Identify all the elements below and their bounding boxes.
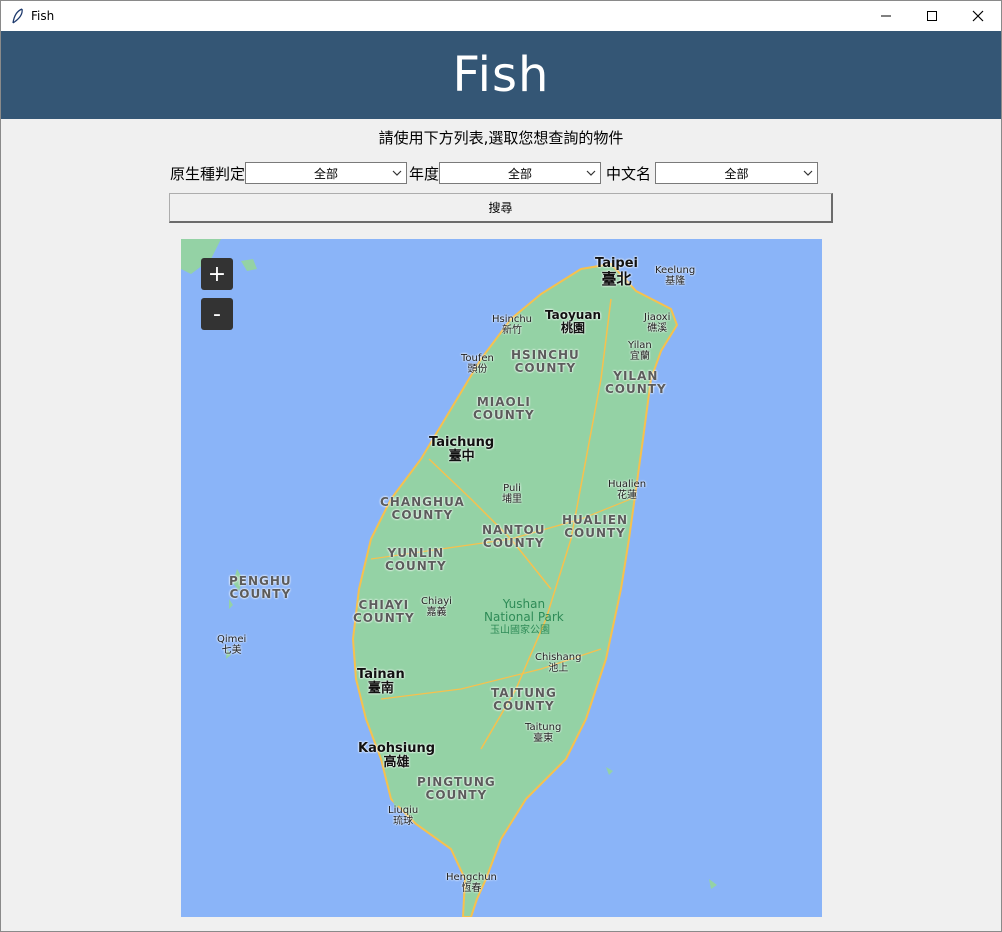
map-label-nantou-county: NANTOU COUNTY [482, 523, 546, 551]
map-label-taitung: Taitung 臺東 [525, 722, 562, 744]
header-title: Fish [452, 47, 550, 103]
map-label-yilan: Yilan 宜蘭 [628, 340, 652, 362]
map-label-taichung: Taichung 臺中 [429, 435, 495, 465]
map-label-chishang: Chishang 池上 [535, 652, 582, 674]
map-label-taitung-county: TAITUNG COUNTY [491, 686, 557, 714]
filter-row: 原生種判定 全部 年度 全部 中文名 全部 [170, 161, 819, 185]
map-label-keelung: Keelung 基隆 [655, 265, 696, 287]
maximize-button[interactable] [909, 1, 955, 31]
chinese-name-select[interactable]: 全部 [655, 162, 819, 184]
chinese-name-value: 全部 [724, 166, 749, 181]
map-label-yilan-county: YILAN COUNTY [605, 369, 667, 397]
app-window: Fish Fish 請使用下方列表,選取您想查詢的物件 原生種判定 全部 年度 … [0, 0, 1002, 932]
native-species-value: 全部 [314, 166, 339, 181]
chinese-name-label: 中文名 [606, 164, 652, 183]
map-label-chiayi: Chiayi 嘉義 [421, 596, 452, 618]
search-button[interactable]: 搜尋 [169, 193, 833, 223]
map-view[interactable]: + - Taipei 臺北 Keelung 基隆 Taoyuan 桃園 Hsinchu… [181, 239, 822, 917]
map-label-toufen: Toufen 頭份 [461, 353, 494, 375]
header-banner: Fish [1, 31, 1001, 119]
map-label-hsinchu-county: HSINCHU COUNTY [511, 348, 580, 376]
zoom-out-button[interactable]: - [201, 298, 233, 330]
close-button[interactable] [955, 1, 1001, 31]
map-label-chiayi-county: CHIAYI COUNTY [353, 598, 415, 626]
map-label-yushan: Yushan National Park [484, 597, 564, 625]
chevron-down-icon [392, 170, 402, 176]
minimize-button[interactable] [863, 1, 909, 31]
map-label-changhua-county: CHANGHUA COUNTY [380, 495, 465, 523]
native-species-label: 原生種判定 [170, 164, 246, 183]
chevron-down-icon [803, 170, 813, 176]
map-label-hualien-county: HUALIEN COUNTY [562, 513, 629, 541]
map-label-pingtung-county: PINGTUNG COUNTY [417, 775, 496, 803]
chevron-down-icon [586, 170, 596, 176]
feather-icon [12, 8, 23, 24]
title-bar: Fish [1, 1, 1001, 31]
map-label-puli: Puli 埔里 [502, 483, 522, 505]
map-label-hualien: Hualien 花蓮 [608, 479, 647, 501]
map-label-qimei: Qimei 七美 [217, 634, 247, 656]
map-label-hengchun: Hengchun 恆春 [446, 872, 497, 894]
year-select[interactable]: 全部 [439, 162, 602, 184]
window-title: Fish [31, 9, 55, 23]
map-label-jiaoxi: Jiaoxi 礁溪 [644, 312, 671, 334]
minimize-icon [881, 15, 891, 17]
map-label-yushan-zh: 玉山國家公園 [490, 625, 550, 636]
map-label-taipei: Taipei 臺北 [595, 256, 638, 289]
map-label-kaohsiung: Kaohsiung 高雄 [358, 741, 436, 771]
map-label-tainan: Tainan 臺南 [357, 667, 405, 697]
map-label-taoyuan: Taoyuan 桃園 [545, 308, 601, 336]
instruction-text: 請使用下方列表,選取您想查詢的物件 [378, 129, 624, 147]
map-label-penghu-county: PENGHU COUNTY [229, 574, 292, 602]
zoom-in-button[interactable]: + [201, 258, 233, 290]
map-label-miaoli-county: MIAOLI COUNTY [473, 395, 535, 423]
close-icon [972, 10, 984, 22]
native-species-select[interactable]: 全部 [245, 162, 408, 184]
map-label-liuqiu: Liuqiu 琉球 [388, 805, 419, 827]
map-label-hsinchu: Hsinchu 新竹 [492, 314, 533, 336]
map-label-yunlin-county: YUNLIN COUNTY [385, 546, 447, 574]
year-value: 全部 [508, 166, 533, 181]
maximize-icon [927, 11, 937, 21]
year-label: 年度 [409, 164, 440, 183]
